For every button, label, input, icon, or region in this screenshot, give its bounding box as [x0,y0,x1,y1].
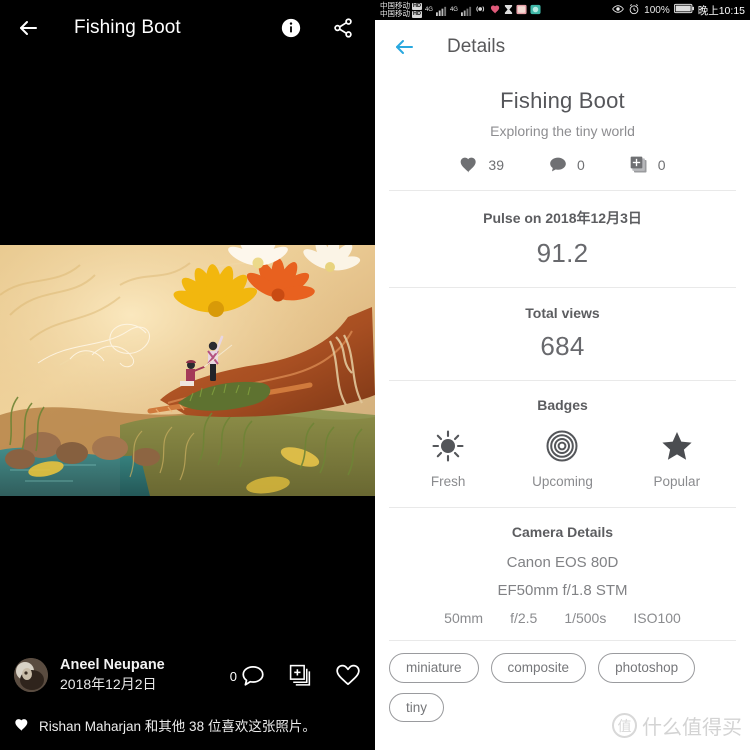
hero-stats: 39 0 0 [391,155,734,175]
badge-label: Popular [653,474,701,489]
alarm-icon [628,3,640,18]
target-icon [546,429,578,463]
badge-fresh[interactable]: Fresh [402,429,494,489]
details-panel: 中国移动 HD 中国移动 HD 4G 4G 100% 晚上10:15 Detai… [375,0,750,750]
viewer-actions [279,16,355,40]
heart-outline-icon[interactable] [335,662,361,688]
heart-status-icon [490,4,501,17]
badge-upcoming[interactable]: Upcoming [516,429,608,489]
hd-badge-1: HD [412,2,422,10]
author-bar: Aneel Neupane 2018年12月2日 0 [0,646,375,704]
badge-label: Upcoming [532,474,593,489]
views-label: Total views [525,305,600,321]
tag-chip[interactable]: composite [490,653,587,683]
pulse-label: Pulse on 2018年12月3日 [483,210,642,226]
likes-stat[interactable]: 39 [459,155,504,175]
details-appbar: Details [375,20,750,74]
tag-chip[interactable]: photoshop [598,653,696,683]
views-value: 684 [540,331,585,361]
carrier-labels: 中国移动 HD 中国移动 HD [380,2,422,18]
exif-focal-length: 50mm [444,610,484,626]
add-to-collection-icon [630,156,647,173]
details-scroll-area[interactable]: Fishing Boot Exploring the tiny world 39… [375,74,750,750]
likes-summary: Rishan Maharjan 和其他 38 位喜欢这张照片。 [0,708,375,742]
hourglass-icon [504,4,513,17]
comment-button[interactable]: 0 [230,662,266,688]
signal-bars-2-icon [460,5,472,16]
camera-exif-row: 50mm f/2.5 1/500s ISO100 [391,610,734,626]
author-info: Aneel Neupane 2018年12月2日 [60,656,165,694]
status-right: 100% 晚上10:15 [612,3,745,18]
exif-aperture: f/2.5 [510,610,538,626]
tags-section: miniature composite photoshop tiny [375,641,750,732]
heart-filled-icon [14,717,30,733]
comment-filled-icon [550,157,566,172]
eye-icon [612,3,624,18]
camera-lens: EF50mm f/1.8 STM [497,582,628,599]
exif-iso: ISO100 [633,610,681,626]
hd-badge-2: HD [412,10,422,18]
back-arrow-icon[interactable] [14,14,42,42]
pulse-value: 91.2 [536,238,589,268]
author-date: 2018年12月2日 [60,676,157,693]
network-type-2: 4G [449,7,458,13]
android-status-bar: 中国移动 HD 中国移动 HD 4G 4G 100% 晚上10:15 [375,0,750,20]
info-icon[interactable] [279,16,303,40]
hotspot-icon [475,3,487,17]
share-icon[interactable] [331,16,355,40]
heart-filled-icon [461,157,477,173]
comment-count: 0 [229,669,237,684]
badges-section: Badges Fresh Upcoming Popular [375,381,750,507]
comments-stat[interactable]: 0 [548,155,585,175]
likes-count: 39 [488,157,504,173]
viewer-title: Fishing Boot [74,17,181,38]
exif-shutter-speed: 1/500s [564,610,607,626]
app-icon [530,4,541,17]
battery-icon [673,3,694,17]
avatar[interactable] [14,658,48,692]
badges-title: Badges [537,397,588,413]
photo-title: Fishing Boot [500,88,625,113]
tag-chip[interactable]: tiny [389,692,445,723]
badges-row: Fresh Upcoming Popular [391,429,734,489]
badge-popular[interactable]: Popular [631,429,723,489]
network-type-1: 4G [424,7,433,13]
camera-section: Camera Details Canon EOS 80D EF50mm f/1.… [375,508,750,640]
photo-action-bar: 0 [230,662,361,688]
viewer-appbar: Fishing Boot [0,0,375,56]
clock-time: 晚上10:15 [697,4,745,17]
badge-label: Fresh [430,474,466,489]
hero-section: Fishing Boot Exploring the tiny world 39… [375,74,750,190]
camera-model: Canon EOS 80D [506,554,619,571]
star-icon [661,429,693,463]
photo-subtitle: Exploring the tiny world [490,123,635,139]
carrier-name-2: 中国移动 [380,9,410,18]
likes-text: Rishan Maharjan 和其他 38 位喜欢这张照片。 [39,719,316,734]
collections-count: 0 [657,157,666,173]
battery-percent: 100% [644,4,670,16]
author-name: Aneel Neupane [60,656,165,673]
collections-stat[interactable]: 0 [629,155,666,175]
page-title: Details [447,36,506,57]
tag-chip[interactable]: miniature [389,653,479,683]
gallery-icon [516,4,527,17]
back-arrow-icon[interactable] [391,34,417,60]
sun-icon [432,429,464,463]
status-left: 中国移动 HD 中国移动 HD 4G 4G [380,2,541,18]
photo-viewer-panel: Fishing Boot Aneel Neupane 2018年12月2日 0 … [0,0,375,750]
comments-count: 0 [576,157,585,173]
camera-body: Canon EOS 80D EF50mm f/1.8 STM 50mm f/2.… [391,554,734,626]
comment-icon [242,666,264,686]
add-to-collection-icon[interactable] [288,663,313,688]
pulse-section: Pulse on 2018年12月3日 91.2 [375,191,750,287]
camera-title: Camera Details [511,524,614,540]
views-section: Total views 684 [375,288,750,380]
photo-image[interactable] [0,245,375,496]
signal-bars-1-icon [435,5,447,16]
